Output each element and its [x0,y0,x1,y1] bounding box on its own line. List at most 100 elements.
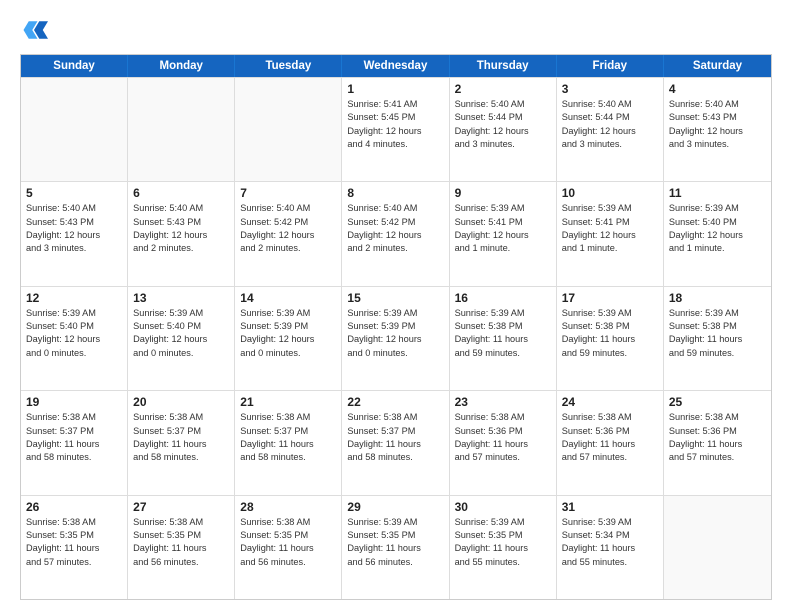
calendar-cell-15: 15Sunrise: 5:39 AMSunset: 5:39 PMDayligh… [342,287,449,390]
calendar-cell-5: 5Sunrise: 5:40 AMSunset: 5:43 PMDaylight… [21,182,128,285]
cell-info-line: Daylight: 12 hours [133,229,229,242]
cell-info-line: Sunset: 5:44 PM [455,111,551,124]
day-number: 10 [562,186,658,200]
calendar-cell-21: 21Sunrise: 5:38 AMSunset: 5:37 PMDayligh… [235,391,342,494]
calendar-row-2: 5Sunrise: 5:40 AMSunset: 5:43 PMDaylight… [21,181,771,285]
cell-info-line: Daylight: 11 hours [455,438,551,451]
cell-info-line: and 3 minutes. [26,242,122,255]
cell-info-line: and 0 minutes. [347,347,443,360]
calendar-cell-27: 27Sunrise: 5:38 AMSunset: 5:35 PMDayligh… [128,496,235,599]
cell-info-line: Daylight: 11 hours [26,542,122,555]
cell-info-line: Sunset: 5:36 PM [562,425,658,438]
cell-info-line: and 57 minutes. [669,451,766,464]
cell-info-line: and 59 minutes. [455,347,551,360]
cell-info-line: Sunrise: 5:39 AM [455,202,551,215]
calendar-row-5: 26Sunrise: 5:38 AMSunset: 5:35 PMDayligh… [21,495,771,599]
day-number: 31 [562,500,658,514]
cell-info-line: Sunset: 5:38 PM [455,320,551,333]
day-number: 24 [562,395,658,409]
cell-info-line: and 58 minutes. [240,451,336,464]
cell-info-line: Sunset: 5:37 PM [347,425,443,438]
day-number: 15 [347,291,443,305]
cell-info-line: Sunrise: 5:39 AM [455,307,551,320]
cell-info-line: Sunset: 5:42 PM [347,216,443,229]
calendar: SundayMondayTuesdayWednesdayThursdayFrid… [20,54,772,600]
calendar-cell-empty [664,496,771,599]
cell-info-line: Daylight: 11 hours [133,542,229,555]
cell-info-line: and 3 minutes. [562,138,658,151]
calendar-cell-22: 22Sunrise: 5:38 AMSunset: 5:37 PMDayligh… [342,391,449,494]
cell-info-line: Sunrise: 5:41 AM [347,98,443,111]
calendar-cell-empty [235,78,342,181]
cell-info-line: and 56 minutes. [240,556,336,569]
cell-info-line: and 55 minutes. [562,556,658,569]
cell-info-line: Sunrise: 5:39 AM [347,307,443,320]
day-number: 13 [133,291,229,305]
weekday-header-wednesday: Wednesday [342,55,449,77]
cell-info-line: Daylight: 11 hours [562,542,658,555]
cell-info-line: Sunrise: 5:38 AM [240,516,336,529]
cell-info-line: Daylight: 11 hours [240,542,336,555]
calendar-cell-29: 29Sunrise: 5:39 AMSunset: 5:35 PMDayligh… [342,496,449,599]
calendar-cell-24: 24Sunrise: 5:38 AMSunset: 5:36 PMDayligh… [557,391,664,494]
cell-info-line: and 58 minutes. [26,451,122,464]
cell-info-line: Sunrise: 5:38 AM [455,411,551,424]
calendar-cell-9: 9Sunrise: 5:39 AMSunset: 5:41 PMDaylight… [450,182,557,285]
cell-info-line: Sunrise: 5:40 AM [133,202,229,215]
day-number: 14 [240,291,336,305]
calendar-row-1: 1Sunrise: 5:41 AMSunset: 5:45 PMDaylight… [21,77,771,181]
cell-info-line: Daylight: 12 hours [26,229,122,242]
weekday-header-monday: Monday [128,55,235,77]
day-number: 22 [347,395,443,409]
day-number: 9 [455,186,551,200]
calendar-body: 1Sunrise: 5:41 AMSunset: 5:45 PMDaylight… [21,77,771,599]
cell-info-line: Daylight: 11 hours [347,438,443,451]
cell-info-line: Sunrise: 5:40 AM [26,202,122,215]
cell-info-line: and 57 minutes. [562,451,658,464]
cell-info-line: Sunrise: 5:39 AM [133,307,229,320]
calendar-cell-30: 30Sunrise: 5:39 AMSunset: 5:35 PMDayligh… [450,496,557,599]
cell-info-line: and 57 minutes. [455,451,551,464]
cell-info-line: Sunset: 5:38 PM [669,320,766,333]
cell-info-line: Sunrise: 5:39 AM [562,516,658,529]
cell-info-line: Sunrise: 5:39 AM [669,307,766,320]
day-number: 4 [669,82,766,96]
cell-info-line: Daylight: 11 hours [669,333,766,346]
day-number: 7 [240,186,336,200]
calendar-cell-8: 8Sunrise: 5:40 AMSunset: 5:42 PMDaylight… [342,182,449,285]
cell-info-line: and 2 minutes. [347,242,443,255]
cell-info-line: Sunrise: 5:38 AM [562,411,658,424]
calendar-cell-4: 4Sunrise: 5:40 AMSunset: 5:43 PMDaylight… [664,78,771,181]
cell-info-line: Daylight: 12 hours [562,125,658,138]
calendar-cell-7: 7Sunrise: 5:40 AMSunset: 5:42 PMDaylight… [235,182,342,285]
cell-info-line: Daylight: 11 hours [562,333,658,346]
cell-info-line: Sunset: 5:40 PM [669,216,766,229]
day-number: 6 [133,186,229,200]
day-number: 17 [562,291,658,305]
day-number: 20 [133,395,229,409]
calendar-cell-empty [128,78,235,181]
cell-info-line: Sunset: 5:43 PM [133,216,229,229]
day-number: 11 [669,186,766,200]
day-number: 27 [133,500,229,514]
cell-info-line: and 1 minute. [562,242,658,255]
day-number: 5 [26,186,122,200]
header [20,16,772,44]
cell-info-line: Sunrise: 5:39 AM [562,307,658,320]
calendar-header: SundayMondayTuesdayWednesdayThursdayFrid… [21,55,771,77]
weekday-header-thursday: Thursday [450,55,557,77]
weekday-header-tuesday: Tuesday [235,55,342,77]
cell-info-line: Sunrise: 5:39 AM [26,307,122,320]
cell-info-line: Sunrise: 5:38 AM [133,516,229,529]
logo-icon [20,16,48,44]
cell-info-line: Daylight: 12 hours [240,333,336,346]
cell-info-line: Sunrise: 5:39 AM [240,307,336,320]
cell-info-line: Daylight: 11 hours [455,542,551,555]
cell-info-line: Sunrise: 5:39 AM [669,202,766,215]
page: SundayMondayTuesdayWednesdayThursdayFrid… [0,0,792,612]
cell-info-line: and 3 minutes. [669,138,766,151]
cell-info-line: Sunrise: 5:38 AM [26,516,122,529]
day-number: 26 [26,500,122,514]
cell-info-line: and 2 minutes. [133,242,229,255]
calendar-cell-16: 16Sunrise: 5:39 AMSunset: 5:38 PMDayligh… [450,287,557,390]
